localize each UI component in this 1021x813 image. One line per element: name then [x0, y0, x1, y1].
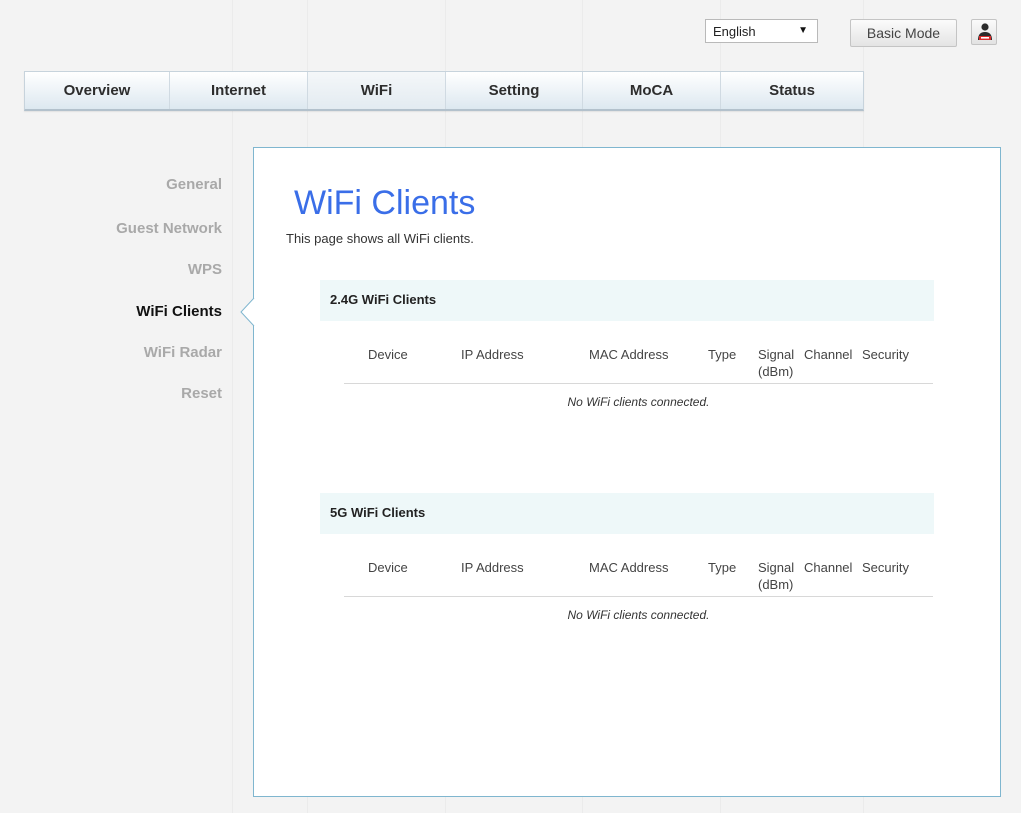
sidebar-item-wps[interactable]: WPS	[62, 261, 222, 278]
column-channel: Channel	[804, 347, 853, 362]
sidebar-item-wifi-clients[interactable]: WiFi Clients	[62, 303, 222, 320]
column-mac-address: MAC Address	[589, 347, 669, 362]
table-header-24g: Device IP Address MAC Address Type Signa…	[344, 346, 933, 384]
main-nav: Overview Internet WiFi Setting MoCA Stat…	[24, 71, 864, 111]
language-select-value: English	[713, 24, 756, 39]
column-ip-address: IP Address	[461, 347, 524, 362]
tab-internet[interactable]: Internet	[170, 72, 308, 109]
column-security: Security	[862, 347, 909, 362]
tab-status[interactable]: Status	[721, 72, 863, 109]
sidebar-item-general[interactable]: General	[62, 176, 222, 193]
user-button[interactable]	[971, 19, 997, 45]
dropdown-arrow-icon: ▼	[798, 25, 808, 36]
table-header-5g: Device IP Address MAC Address Type Signa…	[344, 559, 933, 597]
content-panel: WiFi Clients This page shows all WiFi cl…	[253, 147, 1001, 797]
user-icon	[978, 23, 992, 40]
column-mac-address: MAC Address	[589, 560, 669, 575]
tab-wifi[interactable]: WiFi	[308, 72, 446, 109]
basic-mode-button[interactable]: Basic Mode	[850, 19, 957, 47]
page-description: This page shows all WiFi clients.	[286, 231, 474, 246]
tab-moca[interactable]: MoCA	[583, 72, 721, 109]
column-device: Device	[368, 347, 408, 362]
section-header-5g: 5G WiFi Clients	[320, 493, 934, 534]
column-ip-address: IP Address	[461, 560, 524, 575]
column-signal: Signal (dBm)	[758, 347, 795, 379]
sidebar-item-wifi-radar[interactable]: WiFi Radar	[62, 344, 222, 361]
column-security: Security	[862, 560, 909, 575]
column-device: Device	[368, 560, 408, 575]
sidebar-item-guest-network[interactable]: Guest Network	[62, 220, 222, 237]
language-select[interactable]: English ▼	[705, 19, 818, 43]
empty-message-5g: No WiFi clients connected.	[567, 608, 710, 622]
tab-setting[interactable]: Setting	[446, 72, 583, 109]
sidebar-item-reset[interactable]: Reset	[62, 385, 222, 402]
empty-message-24g: No WiFi clients connected.	[567, 395, 710, 409]
column-type: Type	[708, 560, 737, 575]
page-title: WiFi Clients	[294, 184, 476, 222]
active-indicator-arrow-icon	[240, 298, 255, 326]
section-header-24g: 2.4G WiFi Clients	[320, 280, 934, 321]
tab-overview[interactable]: Overview	[25, 72, 170, 109]
column-channel: Channel	[804, 560, 853, 575]
column-type: Type	[708, 347, 737, 362]
column-signal: Signal (dBm)	[758, 560, 795, 592]
